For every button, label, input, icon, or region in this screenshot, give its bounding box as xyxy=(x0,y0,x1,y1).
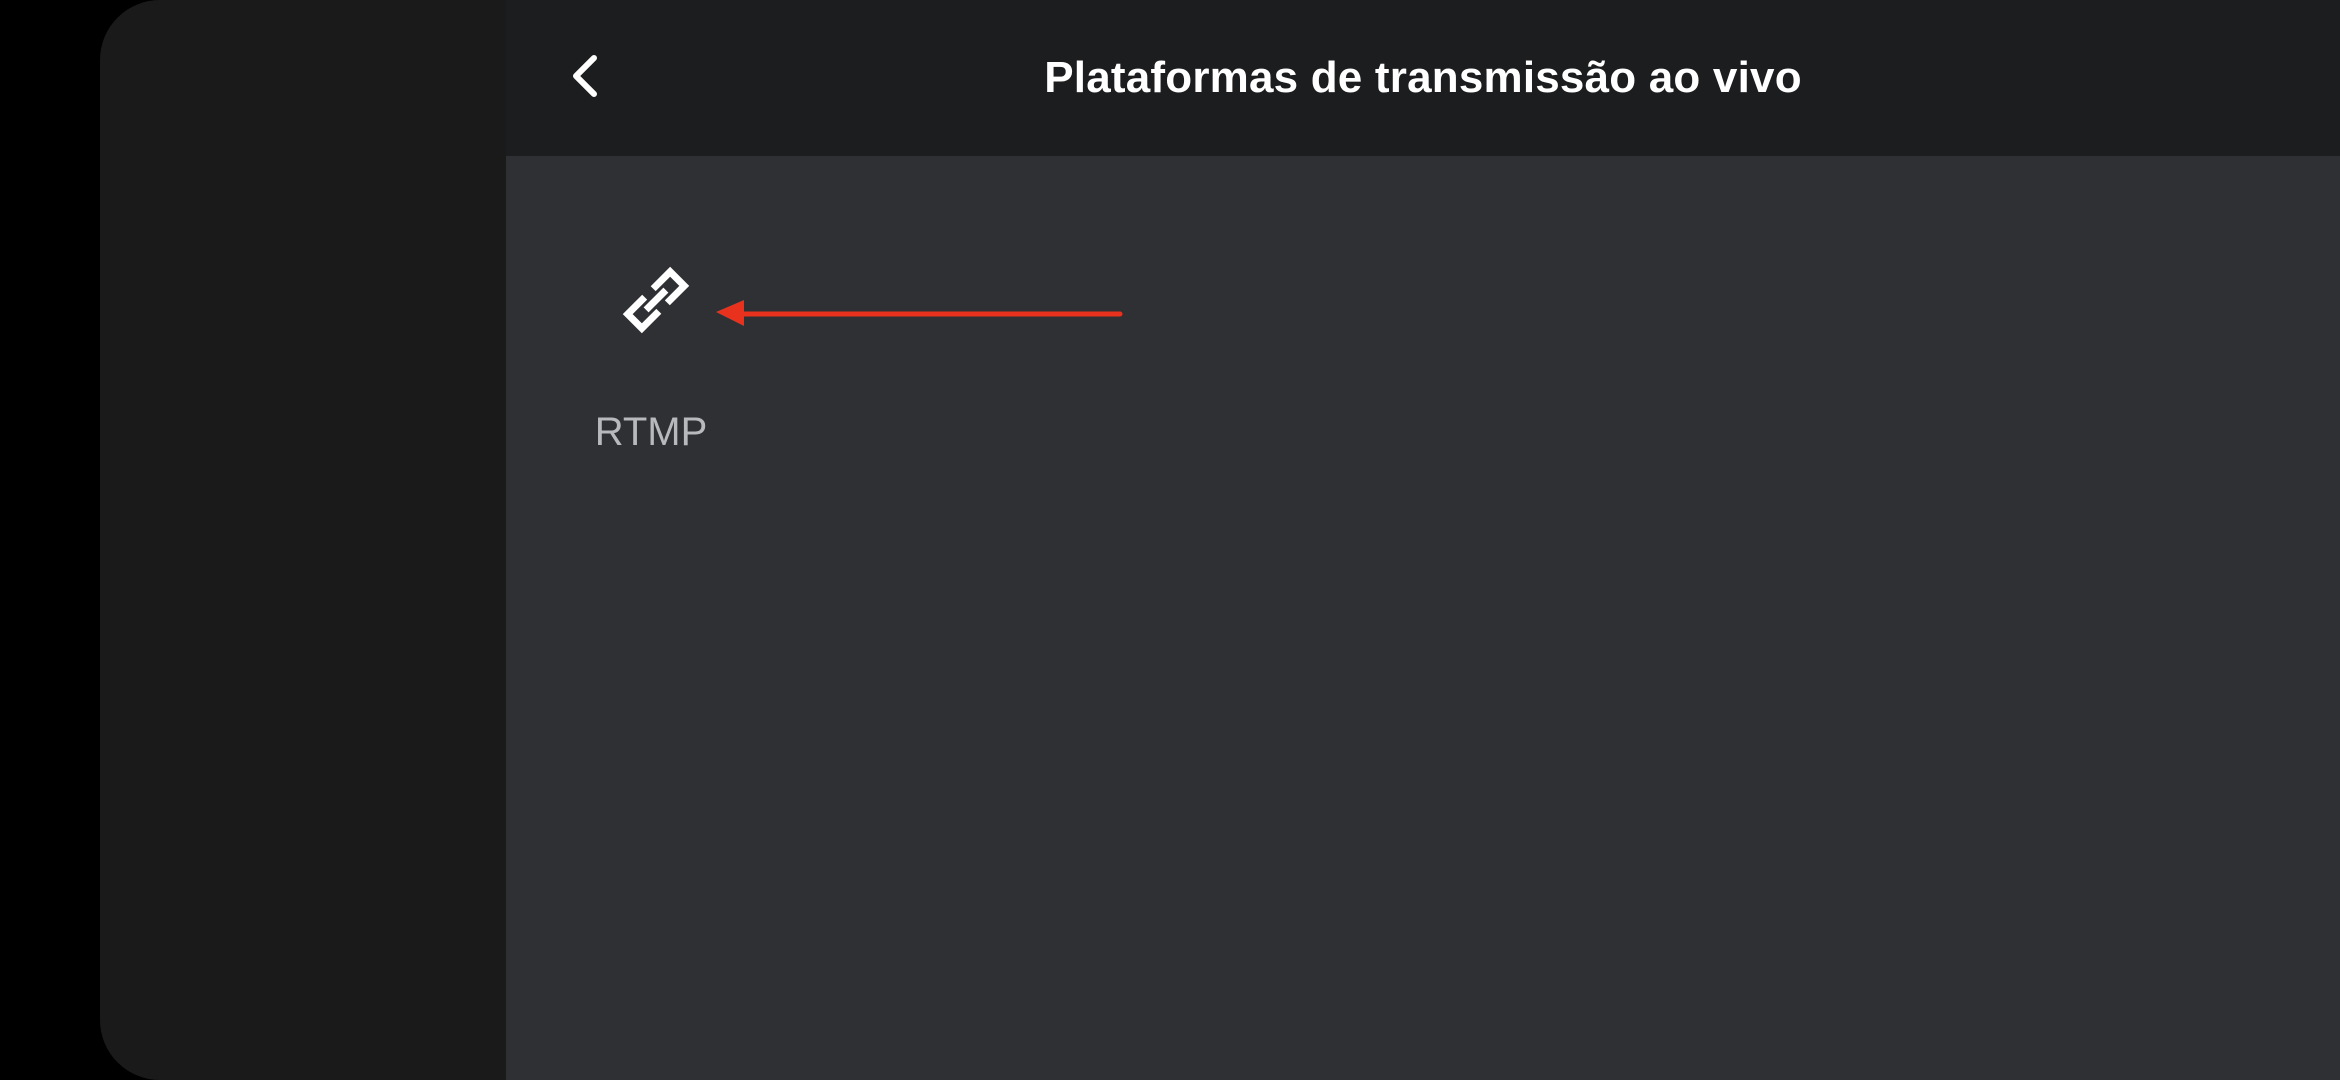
link-icon xyxy=(622,266,690,334)
page-title: Plataformas de transmissão ao vivo xyxy=(1044,53,1802,102)
platform-item-rtmp[interactable]: RTMP xyxy=(566,230,736,480)
app-bar: Plataformas de transmissão ao vivo xyxy=(506,0,2340,156)
platform-label: RTMP xyxy=(594,410,708,454)
side-panel xyxy=(100,0,520,1080)
screen: Plataformas de transmissão ao vivo RTMP xyxy=(0,0,2340,1080)
main-content: Plataformas de transmissão ao vivo RTMP xyxy=(506,0,2340,1080)
